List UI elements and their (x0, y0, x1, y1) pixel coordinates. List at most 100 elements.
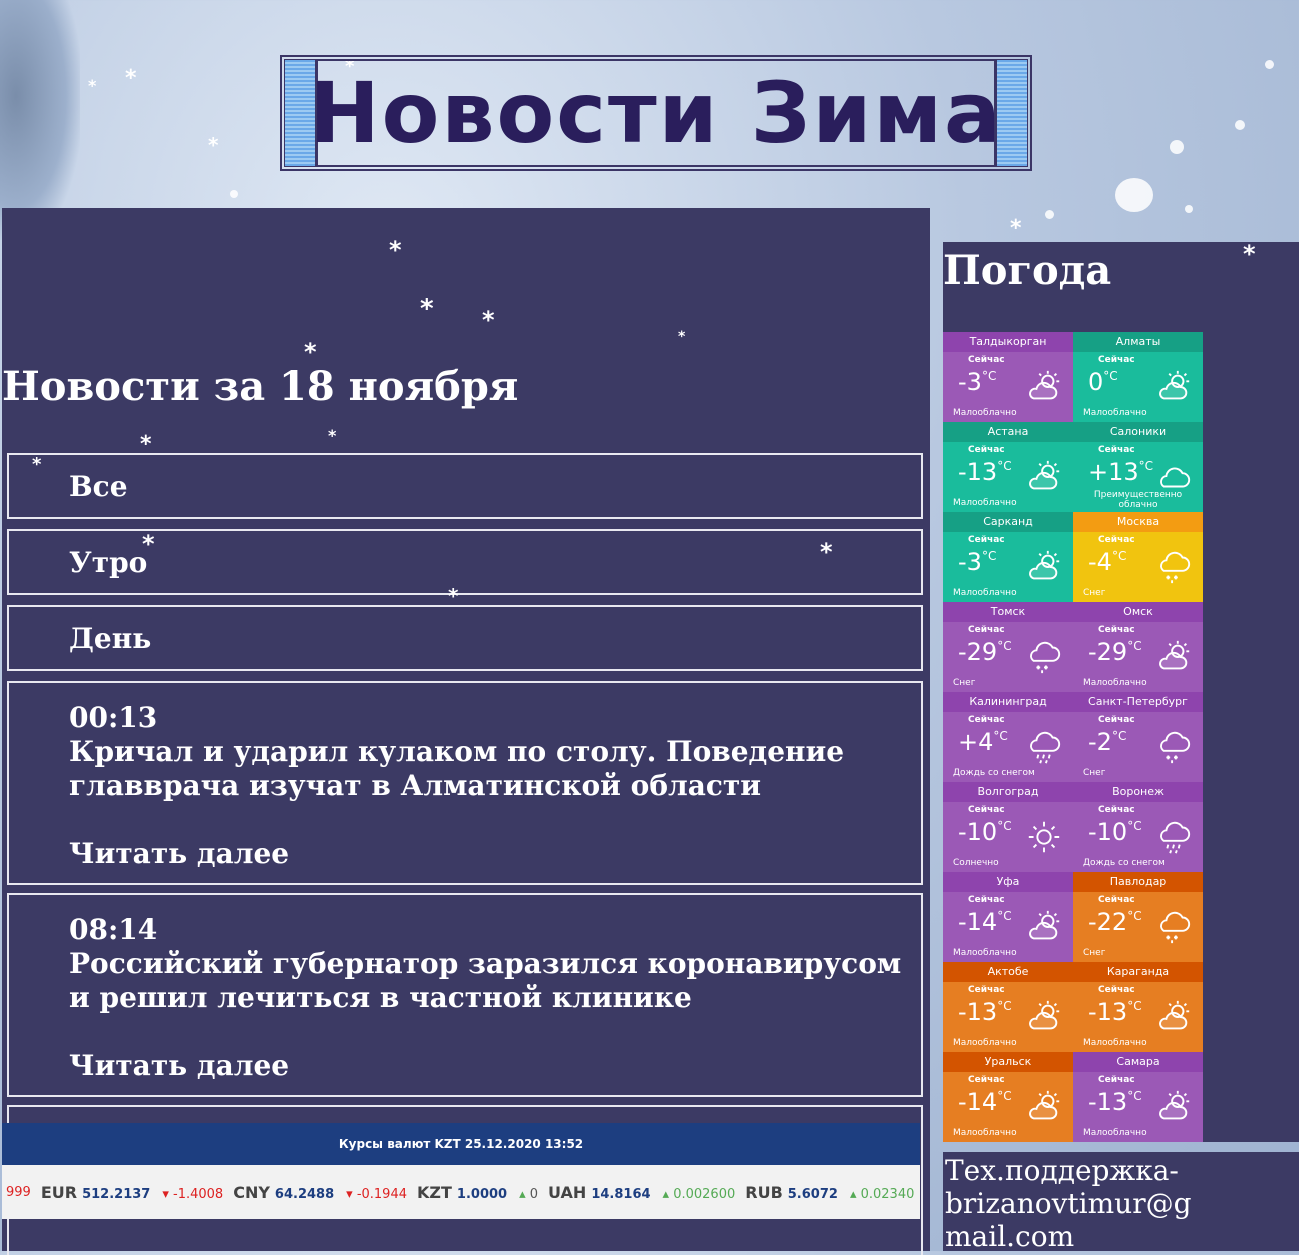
weather-cell: Самара Сейчас -13°C Малооблачно (1073, 1052, 1203, 1142)
support-contact: Тех.поддержка-brizanovtimur@g mail.com (943, 1152, 1299, 1253)
partly-cloudy-icon (1155, 368, 1193, 406)
weather-city: Караганда (1073, 962, 1203, 982)
currency-fragment: 999 (6, 1184, 31, 1200)
snowflake-icon: * (125, 66, 137, 91)
weather-cell: Астана Сейчас -13°C Малооблачно (943, 422, 1073, 512)
weather-now-label: Сейчас (968, 355, 1005, 365)
weather-city: Самара (1073, 1052, 1203, 1072)
weather-desc: Снег (1083, 768, 1106, 778)
weather-now-label: Сейчас (968, 625, 1005, 635)
news-heading: Новости за 18 ноября (2, 363, 519, 410)
snow-blob (1265, 60, 1274, 69)
snow-icon (1155, 728, 1193, 766)
snowflake-icon: * (1010, 216, 1022, 241)
weather-desc: Малооблачно (953, 948, 1017, 958)
weather-temp: -10°C (958, 818, 1012, 846)
currency-item: UAH 14.8164 ▴ 0.002600 (548, 1182, 736, 1202)
weather-desc: Малооблачно (953, 408, 1017, 418)
read-more-link[interactable]: Читать далее (69, 837, 921, 871)
partly-cloudy-icon (1155, 998, 1193, 1036)
snowflake-icon: * (389, 236, 402, 264)
sun-icon (1025, 818, 1063, 856)
weather-city: Волгоград (943, 782, 1073, 802)
weather-temp: -14°C (958, 908, 1012, 936)
weather-cell: Москва Сейчас -4°C Снег (1073, 512, 1203, 602)
partly-cloudy-icon (1155, 1088, 1193, 1126)
weather-temp: 0°C (1088, 368, 1118, 396)
article-time: 00:13 (69, 701, 158, 734)
weather-temp: +13°C (1088, 458, 1154, 486)
weather-now-label: Сейчас (1098, 445, 1135, 455)
tab-all[interactable]: Все (7, 453, 923, 519)
weather-city: Уфа (943, 872, 1073, 892)
weather-now-label: Сейчас (1098, 535, 1135, 545)
snow-blob (1170, 140, 1184, 154)
weather-now-label: Сейчас (968, 895, 1005, 905)
weather-desc: Малооблачно (953, 498, 1017, 508)
weather-now-label: Сейчас (968, 715, 1005, 725)
weather-now-label: Сейчас (1098, 985, 1135, 995)
weather-desc: Малооблачно (1083, 408, 1147, 418)
snowflake-icon: * (88, 76, 97, 95)
weather-now-label: Сейчас (968, 535, 1005, 545)
currency-item: EUR 512.2137 ▾ -1.4008 (40, 1182, 224, 1202)
weather-desc: Малооблачно (953, 1038, 1017, 1048)
weather-city: Москва (1073, 512, 1203, 532)
snowflake-icon: * (328, 426, 337, 445)
article-title[interactable]: Российский губернатор заразился коронави… (69, 947, 901, 1014)
site-header: Новости Зима (280, 55, 1032, 171)
weather-cell: Караганда Сейчас -13°C Малооблачно (1073, 962, 1203, 1052)
weather-temp: -3°C (958, 368, 997, 396)
weather-city: Алматы (1073, 332, 1203, 352)
weather-desc: Солнечно (953, 858, 999, 868)
weather-cell: Санкт-Петербург Сейчас -2°C Снег (1073, 692, 1203, 782)
weather-cell: Волгоград Сейчас -10°C Солнечно (943, 782, 1073, 872)
weather-city: Астана (943, 422, 1073, 442)
partly-cloudy-icon (1025, 908, 1063, 946)
snow-blob (230, 190, 238, 198)
weather-now-label: Сейчас (1098, 805, 1135, 815)
news-panel: Новости за 18 ноября Все Утро День 00:13… (2, 208, 930, 1255)
tab-label: День (69, 621, 152, 655)
weather-city: Томск (943, 602, 1073, 622)
weather-temp: -10°C (1088, 818, 1142, 846)
currency-item: KZT 1.0000 ▴ 0 (417, 1182, 539, 1202)
weather-city: Омск (1073, 602, 1203, 622)
weather-city: Талдыкорган (943, 332, 1073, 352)
weather-temp: -13°C (1088, 998, 1142, 1026)
weather-city: Павлодар (1073, 872, 1203, 892)
weather-now-label: Сейчас (1098, 1075, 1135, 1085)
weather-temp: -29°C (958, 638, 1012, 666)
tab-morning[interactable]: Утро (7, 529, 923, 595)
weather-cell: Сарканд Сейчас -3°C Малооблачно (943, 512, 1073, 602)
weather-desc: Малооблачно (1083, 678, 1147, 688)
weather-temp: -13°C (1088, 1088, 1142, 1116)
partly-cloudy-icon (1155, 638, 1193, 676)
weather-now-label: Сейчас (1098, 625, 1135, 635)
partly-cloudy-icon (1025, 458, 1063, 496)
weather-temp: +4°C (958, 728, 1008, 756)
weather-cell: Воронеж Сейчас -10°C Дождь со снегом (1073, 782, 1203, 872)
currency-item: RUB 5.6072 ▴ 0.02340 (745, 1182, 915, 1202)
snowflake-icon: * (1243, 240, 1256, 268)
weather-city: Актобе (943, 962, 1073, 982)
partly-cloudy-icon (1025, 1088, 1063, 1126)
weather-city: Уральск (943, 1052, 1073, 1072)
tab-day[interactable]: День (7, 605, 923, 671)
weather-desc: Снег (1083, 948, 1106, 958)
weather-desc: Преимущественно облачно (1093, 490, 1183, 510)
weather-cell: Калининград Сейчас +4°C Дождь со снегом (943, 692, 1073, 782)
support-text[interactable]: Тех.поддержка-brizanovtimur@g mail.com (943, 1152, 1299, 1253)
snow-icon (1025, 638, 1063, 676)
weather-now-label: Сейчас (1098, 895, 1135, 905)
currency-title: Курсы валют KZT 25.12.2020 13:52 (2, 1123, 920, 1165)
weather-temp: -13°C (958, 998, 1012, 1026)
weather-now-label: Сейчас (968, 985, 1005, 995)
tab-label: Все (69, 469, 128, 503)
snow-blob (1235, 120, 1245, 130)
article-title[interactable]: Кричал и ударил кулаком по столу. Поведе… (69, 735, 844, 802)
read-more-link[interactable]: Читать далее (69, 1049, 921, 1083)
partly-cloudy-icon (1025, 998, 1063, 1036)
weather-city: Калининград (943, 692, 1073, 712)
weather-desc: Малооблачно (1083, 1038, 1147, 1048)
